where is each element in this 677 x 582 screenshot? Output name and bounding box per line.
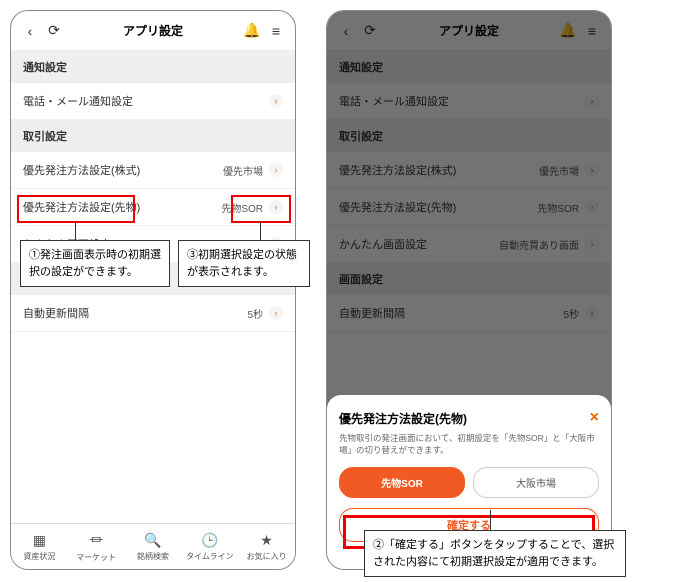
refresh-icon[interactable]: ⟳ bbox=[45, 22, 63, 40]
close-icon[interactable]: × bbox=[590, 409, 599, 427]
phone-right: ‹ ⟳ アプリ設定 🔔 ≡ 通知設定 電話・メール通知設定› 取引設定 優先発注… bbox=[326, 10, 612, 570]
chevron-right-icon: › bbox=[269, 163, 283, 177]
menu-icon: ≡ bbox=[583, 22, 601, 40]
assets-icon: ▦ bbox=[33, 532, 46, 549]
star-icon: ★ bbox=[260, 532, 273, 549]
bell-icon[interactable]: 🔔 bbox=[243, 22, 261, 40]
leader-3 bbox=[260, 222, 261, 240]
seg-osaka[interactable]: 大阪市場 bbox=[473, 467, 599, 498]
bell-icon: 🔔 bbox=[559, 22, 577, 40]
chevron-right-icon: › bbox=[269, 94, 283, 108]
topbar: ‹ ⟳ アプリ設定 🔔 ≡ bbox=[327, 11, 611, 51]
callout-1: ①発注画面表示時の初期選択の設定ができます。 bbox=[20, 240, 170, 287]
section-trade: 取引設定 bbox=[11, 120, 295, 152]
row-priority-stock[interactable]: 優先発注方法設定(株式) 優先市場› bbox=[11, 152, 295, 189]
nav-market[interactable]: ⏛マーケット bbox=[68, 524, 125, 569]
phone-left: ‹ ⟳ アプリ設定 🔔 ≡ 通知設定 電話・メール通知設定 › 取引設定 優先発… bbox=[10, 10, 296, 570]
callout-2: ②「確定する」ボタンをタップすることで、選択された内容にて初期選択設定が適用でき… bbox=[364, 530, 626, 577]
leader-1 bbox=[75, 222, 76, 240]
sheet-title: 優先発注方法設定(先物) bbox=[339, 410, 467, 427]
leader-2 bbox=[490, 510, 491, 530]
market-icon: ⏛ bbox=[89, 530, 103, 550]
menu-icon[interactable]: ≡ bbox=[267, 22, 285, 40]
timeline-icon: 🕒 bbox=[201, 532, 218, 549]
row-notify-phone-mail[interactable]: 電話・メール通知設定 › bbox=[11, 83, 295, 120]
chevron-right-icon: › bbox=[269, 200, 283, 214]
row-priority-futures[interactable]: 優先発注方法設定(先物) 先物SOR› bbox=[11, 189, 295, 226]
row-auto-refresh[interactable]: 自動更新間隔 5秒› bbox=[11, 295, 295, 332]
topbar: ‹ ⟳ アプリ設定 🔔 ≡ bbox=[11, 11, 295, 51]
callout-3: ③初期選択設定の状態が表示されます。 bbox=[178, 240, 310, 287]
page-title: アプリ設定 bbox=[379, 22, 559, 39]
page-title: アプリ設定 bbox=[63, 22, 243, 39]
sheet-title-row: 優先発注方法設定(先物) × bbox=[339, 409, 599, 427]
back-icon[interactable]: ‹ bbox=[21, 22, 39, 40]
segment-control: 先物SOR 大阪市場 bbox=[339, 467, 599, 498]
section-notify: 通知設定 bbox=[11, 51, 295, 83]
nav-assets[interactable]: ▦資産状況 bbox=[11, 524, 68, 569]
sheet-description: 先物取引の発注画面において、初期設定を「先物SOR」と「大阪市場」の切り替えがで… bbox=[339, 433, 599, 457]
search-icon: 🔍 bbox=[144, 532, 161, 549]
seg-sor[interactable]: 先物SOR bbox=[339, 467, 465, 498]
nav-search[interactable]: 🔍銘柄検索 bbox=[125, 524, 182, 569]
nav-timeline[interactable]: 🕒タイムライン bbox=[181, 524, 238, 569]
refresh-icon: ⟳ bbox=[361, 22, 379, 40]
bottom-nav: ▦資産状況 ⏛マーケット 🔍銘柄検索 🕒タイムライン ★お気に入り bbox=[11, 523, 295, 569]
back-icon: ‹ bbox=[337, 22, 355, 40]
chevron-right-icon: › bbox=[269, 306, 283, 320]
nav-favorite[interactable]: ★お気に入り bbox=[238, 524, 295, 569]
